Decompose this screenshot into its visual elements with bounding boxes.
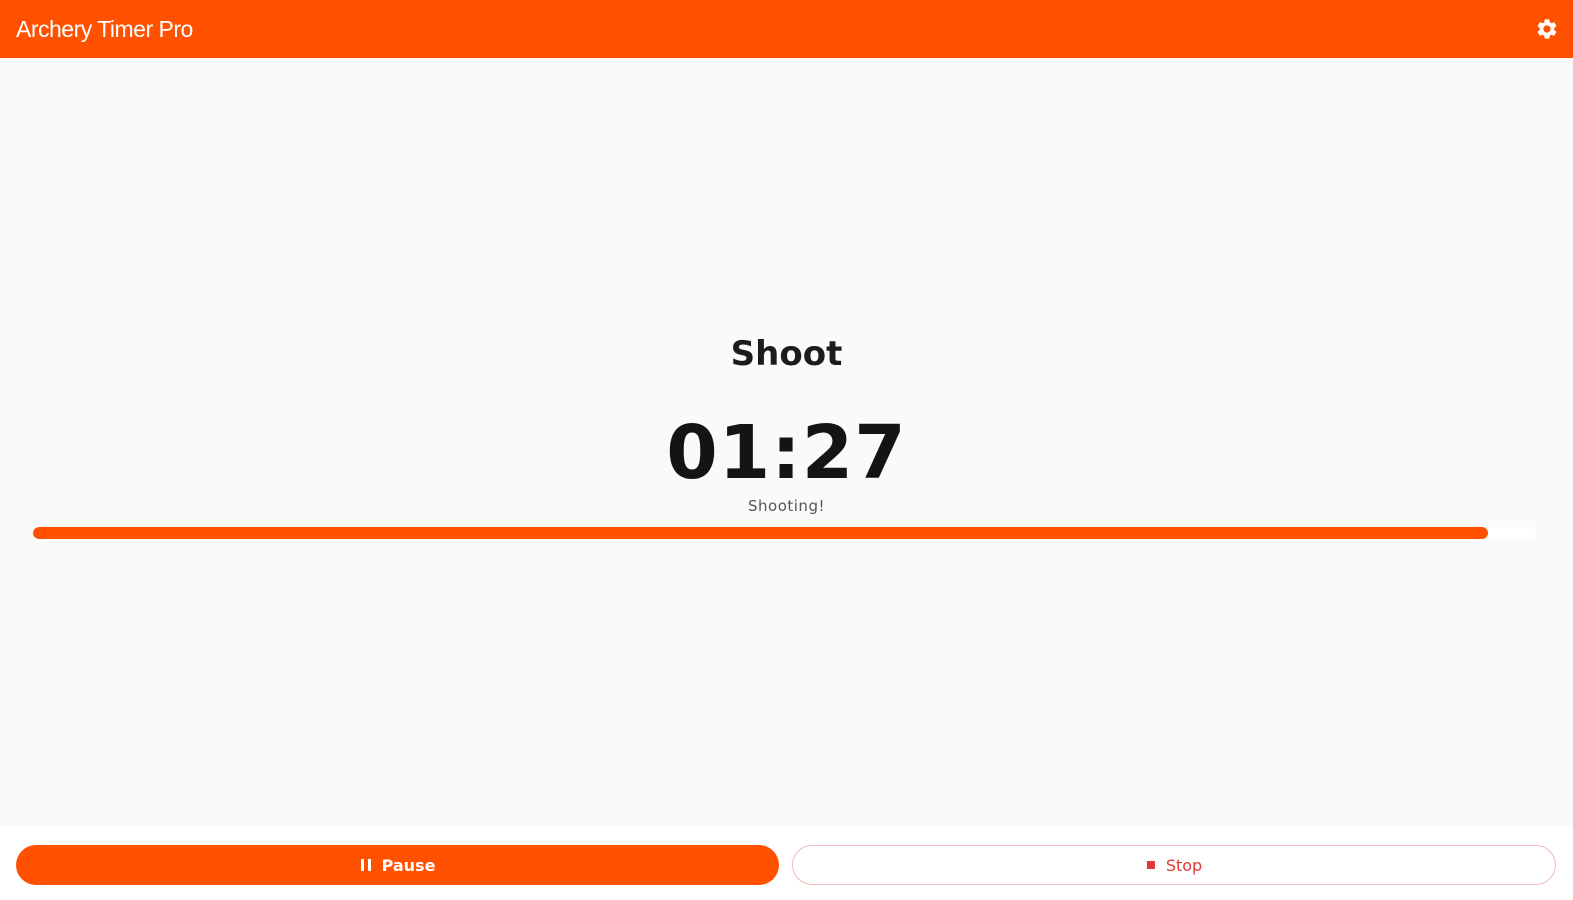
status-text: Shooting! <box>748 497 825 515</box>
pause-button[interactable]: Pause <box>16 845 779 885</box>
app-bar: Archery Timer Pro <box>0 0 1573 58</box>
pause-label: Pause <box>381 855 436 875</box>
pause-icon <box>360 858 372 872</box>
timer-panel: Shoot 01:27 Shooting! <box>0 58 1573 826</box>
progress-bar <box>33 527 1536 539</box>
stop-button[interactable]: Stop <box>792 845 1556 885</box>
bottom-controls: Pause Stop <box>0 826 1573 900</box>
phase-label: Shoot <box>730 334 843 374</box>
time-display: 01:27 <box>666 410 907 496</box>
stop-icon <box>1146 860 1156 870</box>
progress-fill <box>33 527 1488 539</box>
app-title: Archery Timer Pro <box>16 15 193 42</box>
stop-label: Stop <box>1165 855 1203 875</box>
gear-icon[interactable] <box>1535 17 1559 41</box>
